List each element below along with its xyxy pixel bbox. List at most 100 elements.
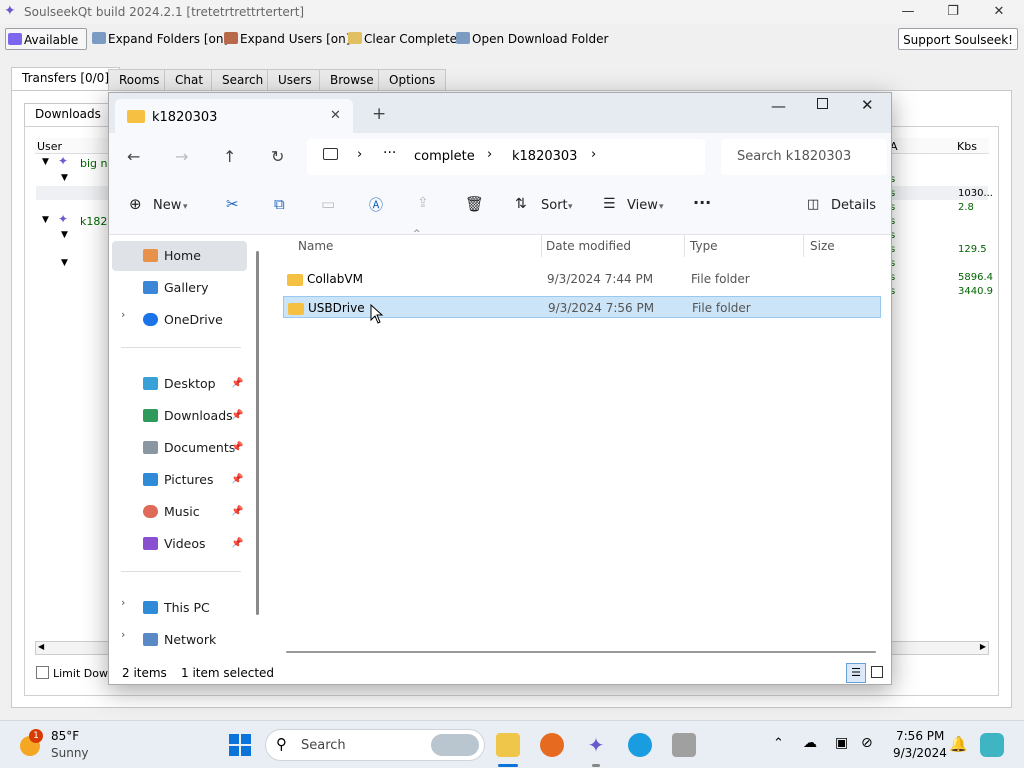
available-button[interactable]: Available: [5, 28, 88, 50]
minimize-button[interactable]: —: [893, 2, 923, 22]
expand-arrow-icon[interactable]: ▼: [42, 157, 49, 167]
tiles-view-icon[interactable]: [871, 666, 883, 678]
pin-icon[interactable]: 📌: [231, 506, 243, 517]
open-download-folder-button[interactable]: Open Download Folder: [454, 28, 608, 50]
file-row-collabvm[interactable]: CollabVM 9/3/2024 7:44 PM File folder: [283, 268, 881, 290]
chevron-down-icon[interactable]: ▾: [183, 202, 188, 212]
horizontal-scrollbar[interactable]: [286, 651, 876, 653]
copy-icon[interactable]: ⧉: [274, 195, 285, 213]
view-button[interactable]: View: [627, 198, 658, 213]
chevron-right-icon[interactable]: ›: [591, 147, 596, 162]
view-icon[interactable]: ☰: [603, 196, 616, 212]
sort-icon[interactable]: ⇅: [515, 196, 527, 212]
column-divider[interactable]: [541, 235, 542, 257]
pin-icon[interactable]: 📌: [231, 378, 243, 389]
pin-icon[interactable]: 📌: [231, 474, 243, 485]
refresh-icon[interactable]: ↻: [271, 147, 284, 166]
paste-icon[interactable]: ▭: [321, 195, 335, 213]
forward-arrow-icon[interactable]: →: [175, 147, 188, 166]
scroll-left-icon[interactable]: ◀: [38, 642, 44, 651]
close-button[interactable]: ✕: [984, 2, 1014, 22]
expand-arrow-icon[interactable]: ▼: [61, 258, 68, 268]
tab-options[interactable]: Options: [378, 69, 447, 91]
pin-icon[interactable]: 📌: [231, 538, 243, 549]
show-hidden-icons-icon[interactable]: ⌃: [773, 736, 784, 751]
subtab-downloads[interactable]: Downloads: [24, 103, 112, 128]
column-type[interactable]: Type: [690, 239, 718, 253]
new-tab-icon[interactable]: +: [372, 104, 386, 124]
tab-users[interactable]: Users: [267, 69, 323, 91]
tab-rooms[interactable]: Rooms: [108, 69, 171, 91]
tab-transfers[interactable]: Transfers [0/0]: [11, 67, 120, 92]
edge-icon[interactable]: [628, 733, 652, 757]
clear-complete-button[interactable]: Clear Complete: [346, 28, 457, 50]
cloud-offline-icon[interactable]: ☁: [803, 735, 817, 751]
breadcrumb-item[interactable]: k1820303: [512, 149, 577, 164]
tab-browse[interactable]: Browse: [319, 69, 385, 91]
restore-button[interactable]: ❐: [938, 2, 968, 22]
support-soulseek-button[interactable]: Support Soulseek!: [898, 28, 1018, 50]
close-tab-icon[interactable]: ✕: [330, 108, 341, 123]
expand-folders-button[interactable]: Expand Folders [on]: [90, 28, 228, 50]
expand-arrow-icon[interactable]: ▼: [61, 230, 68, 240]
address-field[interactable]: › ··· complete › k1820303 ›: [307, 139, 705, 175]
cut-icon[interactable]: ✂: [226, 195, 239, 213]
start-icon[interactable]: [229, 734, 251, 756]
column-user[interactable]: User: [37, 140, 62, 153]
plus-icon[interactable]: ⊕: [129, 195, 142, 213]
firefox-icon[interactable]: [540, 733, 564, 757]
column-divider[interactable]: [803, 235, 804, 257]
network-status-icon[interactable]: ⊘: [861, 735, 873, 751]
column-divider[interactable]: [684, 235, 685, 257]
scroll-right-icon[interactable]: ▶: [980, 642, 986, 651]
taskbar-search[interactable]: ⚲ Search: [265, 729, 485, 761]
chevron-right-icon[interactable]: ›: [487, 147, 492, 162]
soulseek-taskbar-icon[interactable]: ✦: [584, 733, 608, 757]
details-pane-icon[interactable]: ◫: [807, 197, 819, 212]
delete-icon[interactable]: 🗑: [465, 195, 484, 213]
chevron-down-icon[interactable]: ▾: [568, 202, 573, 212]
tab-chat[interactable]: Chat: [164, 69, 215, 91]
explorer-tab[interactable]: k1820303 ✕: [115, 99, 353, 133]
expand-users-button[interactable]: Expand Users [on]: [222, 28, 350, 50]
pin-icon[interactable]: 📌: [231, 410, 243, 421]
copilot-icon[interactable]: [980, 733, 1004, 757]
search-input[interactable]: Search k1820303: [721, 139, 887, 175]
sidebar-scrollbar[interactable]: [256, 251, 259, 615]
expand-arrow-icon[interactable]: ▼: [61, 173, 68, 183]
column-size[interactable]: Size: [810, 239, 835, 253]
details-view-icon[interactable]: ☰: [846, 663, 866, 683]
column-name[interactable]: Name: [298, 239, 333, 253]
pin-icon[interactable]: 📌: [231, 442, 243, 453]
limit-downloads-checkbox[interactable]: [36, 666, 49, 679]
clock-date[interactable]: 9/3/2024: [893, 746, 947, 760]
weather-widget[interactable]: 1 85°F Sunny: [12, 729, 112, 763]
expand-chevron-icon[interactable]: ›: [121, 628, 125, 641]
more-options-icon[interactable]: ···: [693, 193, 711, 212]
chevron-down-icon[interactable]: ▾: [659, 202, 664, 212]
minimize-icon[interactable]: —: [771, 97, 786, 115]
sort-button[interactable]: Sort: [541, 198, 568, 213]
expand-chevron-icon[interactable]: ›: [121, 308, 125, 321]
breadcrumb-item[interactable]: complete: [414, 149, 475, 164]
expand-arrow-icon[interactable]: ▼: [42, 215, 49, 225]
close-icon[interactable]: ✕: [861, 96, 874, 114]
app-icon[interactable]: [672, 733, 696, 757]
display-icon[interactable]: ▣: [835, 735, 848, 751]
clock-time[interactable]: 7:56 PM: [896, 729, 944, 743]
column-date[interactable]: Date modified: [546, 239, 631, 253]
column-kbs[interactable]: Kbs: [957, 140, 977, 153]
rename-icon[interactable]: Ⓐ: [369, 195, 383, 215]
share-icon[interactable]: ⇪: [417, 195, 429, 211]
new-button[interactable]: New: [153, 198, 181, 213]
more-paths-icon[interactable]: ···: [383, 145, 396, 161]
details-button[interactable]: Details: [831, 198, 876, 213]
chevron-right-icon[interactable]: ›: [357, 147, 362, 162]
back-arrow-icon[interactable]: ←: [127, 147, 140, 166]
tab-search[interactable]: Search: [211, 69, 275, 91]
expand-chevron-icon[interactable]: ›: [121, 596, 125, 609]
notification-bell-icon[interactable]: 🔔: [949, 735, 968, 753]
maximize-icon[interactable]: [817, 98, 828, 109]
file-explorer-taskbar-icon[interactable]: [496, 733, 520, 757]
up-arrow-icon[interactable]: ↑: [223, 147, 236, 166]
